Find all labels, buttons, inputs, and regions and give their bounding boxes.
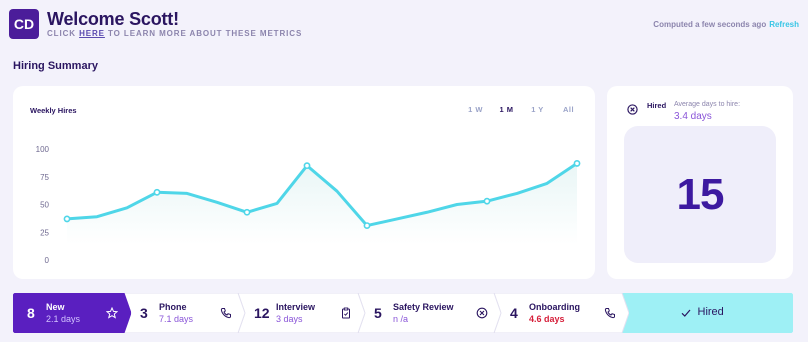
stage-name: New [46,302,65,312]
learn-more-link[interactable]: HERE [79,29,105,38]
data-point[interactable] [363,222,371,229]
range-option[interactable]: All [553,105,584,114]
avg-days-value: 3.4 days [674,111,712,122]
clipboard-icon [342,307,350,319]
hired-label: Hired [647,101,667,110]
phone-icon [220,308,231,319]
learn-prefix: CLICK [47,29,76,38]
stage-count: 12 [254,305,270,321]
stage-name: Phone [159,302,187,312]
data-point[interactable] [243,208,251,216]
stage-days: 3 days [276,314,303,324]
weekly-hires-chart: 100 75 50 25 0 [36,145,581,265]
data-point[interactable] [153,188,161,196]
range-selector: 1 W1 M1 Y All [460,105,584,114]
stage-count: 5 [374,305,382,321]
avatar[interactable]: CD [9,9,39,39]
stage-name: Onboarding [529,302,580,312]
welcome-title: Welcome Scott! [47,9,179,29]
data-point[interactable] [573,160,581,167]
pipeline-stage-new[interactable]: 8 New 2.1 days [13,293,131,333]
range-option[interactable]: 1 M [491,105,522,114]
pipeline-stage-safety-review[interactable]: 5 Safety Review n /a [358,293,501,333]
avg-days-label: Average days to hire: [674,101,741,108]
stage-count: 4 [510,305,518,321]
pipeline-stage-hired[interactable]: Hired [622,293,793,333]
check-icon [681,309,690,317]
data-point[interactable] [483,197,491,205]
learn-more-text: CLICK HERE TO LEARN MORE ABOUT THESE MET… [47,29,302,38]
data-point[interactable] [303,162,311,170]
computed-status: Computed a few seconds ago Refresh [653,20,799,29]
hired-summary-card: Hired Average days to hire: 3.4 days 15 [607,86,793,279]
hired-count: 15 [676,169,725,219]
range-option[interactable]: 1 Y [522,105,553,114]
stage-days: 2.1 days [46,314,81,324]
section-title: Hiring Summary [13,60,98,72]
pipeline-stage-phone[interactable]: 3 Phone 7.1 days [124,293,245,333]
y-tick-label: 25 [40,228,49,237]
refresh-link[interactable]: Refresh [769,20,799,29]
learn-suffix: TO LEARN MORE ABOUT THESE METRICS [108,29,303,38]
hired-stage-label: Hired [697,306,724,318]
pipeline-stage-onboarding[interactable]: 4 Onboarding 4.6 days [494,293,629,333]
stage-count: 8 [27,305,35,321]
y-tick-label: 50 [40,201,49,210]
x-circle-icon [627,104,638,115]
y-tick-label: 100 [36,145,50,154]
stage-days: 7.1 days [159,314,194,324]
weekly-hires-card: 100 75 50 25 0 Weekly Hires 1 W1 M1 Y All [13,86,595,279]
stage-name: Safety Review [393,302,454,312]
series-area [67,163,577,245]
hired-count-box: 15 [624,126,776,263]
stage-days: n /a [393,314,409,324]
data-point[interactable] [63,215,71,223]
stage-name: Interview [276,302,316,312]
x-circle-icon [476,307,488,319]
chart-title: Weekly Hires [30,106,77,115]
pipeline-stage-interview[interactable]: 12 Interview 3 days [238,293,365,333]
stage-count: 3 [140,305,148,321]
y-tick-label: 0 [45,256,50,265]
phone-icon [604,308,615,319]
hiring-pipeline: 8 New 2.1 days 3 Phone 7.1 days 12 Interview 3 d… [13,293,793,333]
y-tick-label: 75 [40,173,49,182]
range-option[interactable]: 1 W [460,105,491,114]
stage-days: 4.6 days [529,314,565,324]
star-icon [106,307,118,319]
computed-text: Computed a few seconds ago [653,20,767,29]
